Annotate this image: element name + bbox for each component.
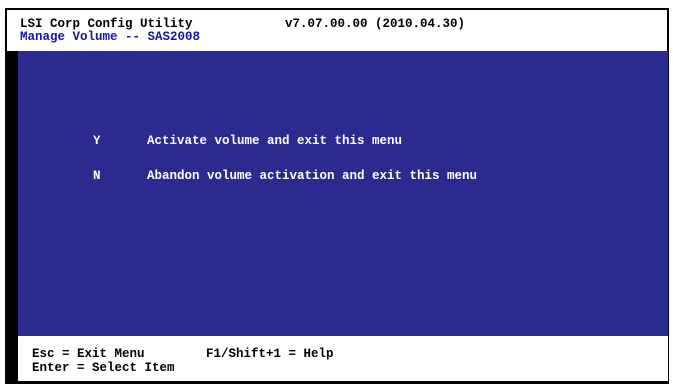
help-hint: F1/Shift+1 = Help — [206, 347, 334, 361]
version-label: v7.07.00.00 (2010.04.30) — [285, 17, 466, 31]
menu-item-key: Y — [93, 134, 101, 148]
page-title: Manage Volume -- SAS2008 — [20, 30, 201, 44]
footer-help-bar: Esc = Exit Menu F1/Shift+1 = Help Enter … — [18, 336, 668, 381]
esc-hint: Esc = Exit Menu — [32, 347, 145, 361]
menu-item-label: Abandon volume activation and exit this … — [147, 169, 478, 183]
menu-item-abandon[interactable]: N Abandon volume activation and exit thi… — [18, 168, 668, 184]
enter-hint: Enter = Select Item — [32, 361, 175, 375]
header-bar: LSI Corp Config Utility v7.07.00.00 (201… — [7, 10, 667, 51]
menu-item-activate[interactable]: Y Activate volume and exit this menu — [18, 133, 668, 149]
menu-item-label: Activate volume and exit this menu — [147, 134, 403, 148]
menu-item-key: N — [93, 169, 101, 183]
main-panel: Y Activate volume and exit this menu N A… — [18, 51, 668, 336]
